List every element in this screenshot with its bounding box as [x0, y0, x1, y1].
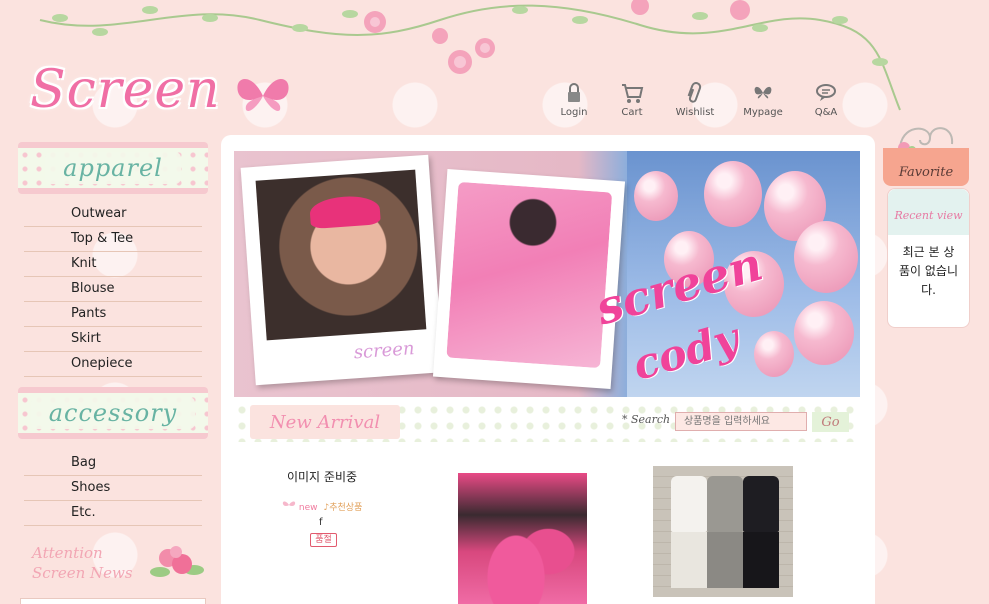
- menu-item-etc[interactable]: Etc.: [24, 501, 202, 526]
- new-badge: new: [282, 500, 317, 513]
- balloon: [794, 301, 854, 365]
- top-navigation: Login Cart Wishlist Mypage Q&A: [545, 82, 855, 118]
- nav-qna[interactable]: Q&A: [797, 82, 855, 118]
- apparel-menu: Outwear Top & Tee Knit Blouse Pants Skir…: [24, 202, 202, 377]
- accessory-menu: Bag Shoes Etc.: [24, 451, 202, 526]
- balloon: [634, 171, 678, 221]
- search-label: * Search: [622, 413, 671, 426]
- attention-news[interactable]: Attention Screen News: [18, 544, 208, 604]
- nav-mypage[interactable]: Mypage: [729, 82, 797, 118]
- roses-decoration-icon: [150, 546, 204, 577]
- balloon: [754, 331, 794, 377]
- apparel-banner[interactable]: apparel: [18, 142, 208, 194]
- butterfly-icon: [282, 501, 296, 506]
- news-box: [20, 598, 206, 604]
- recommend-badge: ♪추천상품: [323, 500, 362, 513]
- menu-item-top-tee[interactable]: Top & Tee: [24, 227, 202, 252]
- search-go-button[interactable]: Go: [812, 412, 849, 432]
- left-sidebar: apparel Outwear Top & Tee Knit Blouse Pa…: [18, 142, 208, 604]
- polaroid-caption: screen: [353, 338, 416, 364]
- product-name[interactable]: f: [319, 517, 323, 528]
- wings-photo: [446, 181, 613, 369]
- menu-item-pants[interactable]: Pants: [24, 302, 202, 327]
- product-photo-tracksuits[interactable]: [653, 466, 793, 597]
- attention-line2: Screen News: [32, 564, 133, 582]
- polaroid-photo-1: screen: [240, 154, 444, 386]
- menu-item-shoes[interactable]: Shoes: [24, 476, 202, 501]
- menu-item-knit[interactable]: Knit: [24, 252, 202, 277]
- menu-item-outwear[interactable]: Outwear: [24, 202, 202, 227]
- favorite-button[interactable]: Favorite: [883, 148, 969, 186]
- product-badges: new ♪추천상품: [282, 500, 362, 513]
- polaroid-photo-2: [432, 169, 626, 389]
- recent-view-panel: Recent view 최근 본 상품이 없습니다.: [887, 188, 970, 328]
- apparel-title: apparel: [45, 152, 181, 184]
- nav-qna-label: Q&A: [814, 107, 838, 118]
- model-photo: [255, 169, 427, 341]
- search-input[interactable]: [675, 412, 807, 431]
- nav-cart-label: Cart: [621, 107, 643, 118]
- butterfly-decoration-icon: [237, 79, 289, 111]
- balloon: [704, 161, 762, 227]
- nav-login[interactable]: Login: [545, 82, 603, 118]
- new-badge-label: new: [298, 503, 318, 513]
- recent-view-title: Recent view: [888, 189, 969, 235]
- product-photo-shoes[interactable]: [458, 473, 587, 604]
- speech-bubble-icon: [816, 84, 836, 101]
- balloon: [794, 221, 858, 293]
- menu-item-bag[interactable]: Bag: [24, 451, 202, 476]
- menu-item-onepiece[interactable]: Onepiece: [24, 352, 202, 377]
- main-banner[interactable]: screen screen cody: [234, 151, 860, 397]
- paperclip-icon: [687, 82, 702, 103]
- recent-empty-message: 최근 본 상품이 없습니다.: [898, 245, 958, 297]
- nav-mypage-label: Mypage: [743, 107, 783, 118]
- accessory-banner[interactable]: accessory: [18, 387, 208, 439]
- recommend-badge-label: 추천상품: [329, 503, 363, 513]
- cart-icon: [622, 84, 644, 103]
- nav-cart[interactable]: Cart: [603, 82, 661, 118]
- brand-logo[interactable]: Screen: [30, 60, 221, 120]
- lock-icon: [568, 83, 580, 102]
- attention-line1: Attention: [32, 544, 103, 562]
- menu-item-skirt[interactable]: Skirt: [24, 327, 202, 352]
- butterfly-icon: [754, 86, 772, 99]
- nav-wishlist[interactable]: Wishlist: [661, 82, 729, 118]
- product-image-placeholder[interactable]: 이미지 준비중: [284, 468, 360, 485]
- nav-login-label: Login: [560, 107, 588, 118]
- new-arrival-title: New Arrival: [250, 405, 400, 439]
- soldout-badge: 품절: [310, 533, 337, 547]
- accessory-title: accessory: [30, 397, 196, 429]
- menu-item-blouse[interactable]: Blouse: [24, 277, 202, 302]
- nav-wishlist-label: Wishlist: [675, 107, 715, 118]
